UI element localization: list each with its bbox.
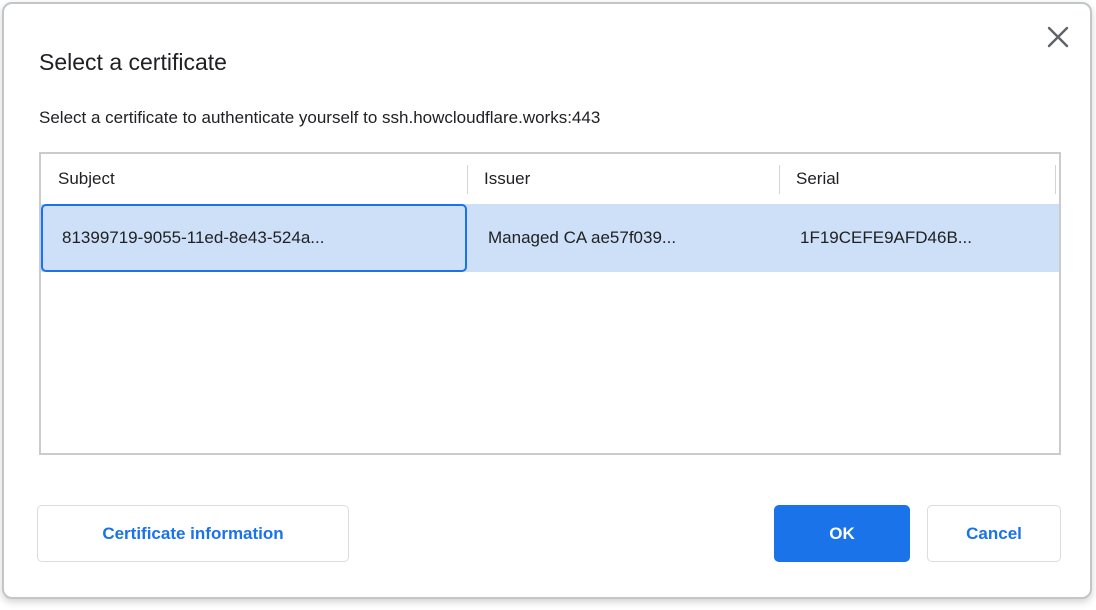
column-header-serial[interactable]: Serial	[779, 154, 1055, 204]
ok-button[interactable]: OK	[774, 505, 910, 562]
cell-issuer[interactable]: Managed CA ae57f039...	[467, 204, 779, 272]
dialog-title: Select a certificate	[39, 48, 227, 76]
column-header-subject[interactable]: Subject	[41, 154, 467, 204]
dialog-subtitle: Select a certificate to authenticate you…	[39, 107, 600, 129]
certificate-table: Subject Issuer Serial 81399719-9055-11ed…	[39, 152, 1061, 455]
certificate-information-button[interactable]: Certificate information	[37, 505, 349, 562]
header-divider	[467, 165, 468, 194]
certificate-select-dialog: Select a certificate Select a certificat…	[2, 2, 1092, 599]
header-divider	[779, 165, 780, 194]
cell-serial[interactable]: 1F19CEFE9AFD46B...	[779, 204, 1055, 272]
header-divider	[1055, 165, 1056, 194]
close-button[interactable]	[1042, 21, 1074, 53]
close-icon	[1047, 26, 1069, 48]
table-header-row: Subject Issuer Serial	[41, 154, 1059, 204]
cell-subject[interactable]: 81399719-9055-11ed-8e43-524a...	[41, 204, 467, 272]
table-row-certificate[interactable]: 81399719-9055-11ed-8e43-524a... Managed …	[41, 204, 1059, 272]
column-header-issuer[interactable]: Issuer	[467, 154, 779, 204]
cancel-button[interactable]: Cancel	[927, 505, 1061, 562]
